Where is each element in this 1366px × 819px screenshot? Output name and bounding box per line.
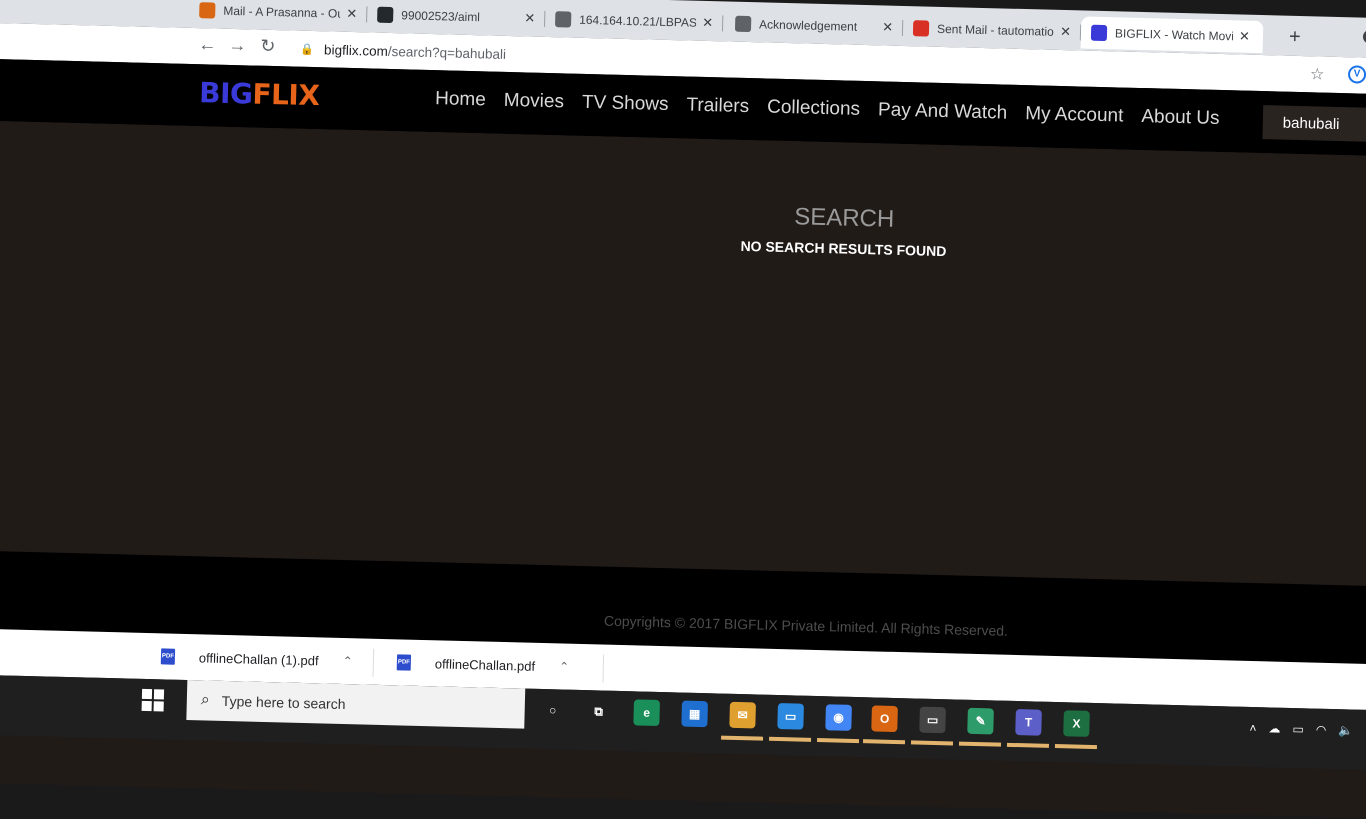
nav-link-collections[interactable]: Collections xyxy=(767,97,860,121)
outlook-icon[interactable]: O xyxy=(871,705,898,733)
back-icon[interactable]: ← xyxy=(198,34,217,55)
gmail-icon xyxy=(912,20,930,37)
battery-icon[interactable]: ▭ xyxy=(1292,722,1304,736)
lock-icon[interactable]: 🔒 xyxy=(300,42,314,55)
system-tray: ˄ ☁ ▭ ◠ 🔈 xyxy=(1249,721,1353,738)
download-item[interactable]: PDF offlineChallan (1).pdf ⌃ xyxy=(160,633,353,684)
file-explorer-icon[interactable]: ▭ xyxy=(777,703,804,730)
browser-tab[interactable]: Mail - A Prasanna - Ou ✕ xyxy=(189,0,368,30)
notepad-icon[interactable]: ✎ xyxy=(967,707,994,735)
close-icon[interactable]: ✕ xyxy=(524,10,535,26)
nav-link-trailers[interactable]: Trailers xyxy=(686,95,749,119)
close-icon[interactable]: ✕ xyxy=(702,15,713,31)
outlook-icon xyxy=(199,2,216,19)
github-icon xyxy=(377,6,394,24)
browser-tab[interactable]: 164.164.10.21/LBPASP ✕ xyxy=(545,3,724,39)
browser-tab[interactable]: Acknowledgement ✕ xyxy=(725,7,904,43)
close-icon[interactable]: ✕ xyxy=(1060,24,1071,40)
tab-title: 99002523/aiml xyxy=(401,8,481,25)
close-icon[interactable]: ✕ xyxy=(882,19,893,35)
extension-icon[interactable]: V xyxy=(1347,65,1366,84)
chevron-up-icon[interactable]: ˄ xyxy=(1249,721,1256,735)
task-view-icon[interactable]: ⧉ xyxy=(585,698,613,725)
tab-title: Sent Mail - tautomatio xyxy=(936,21,1054,39)
nav-link-pay-and-watch[interactable]: Pay And Watch xyxy=(878,99,1008,124)
windows-start-icon[interactable] xyxy=(141,688,165,712)
search-results-area: SEARCH NO SEARCH RESULTS FOUND xyxy=(0,120,1366,587)
pdf-icon: PDF xyxy=(160,648,176,665)
bigflix-logo[interactable]: BIGFLIX xyxy=(199,76,320,112)
url-path: /search?q=bahubali xyxy=(387,43,507,62)
reload-icon[interactable]: ↻ xyxy=(260,36,276,57)
new-tab-button[interactable]: + xyxy=(1289,26,1301,49)
search-icon: ⌕ xyxy=(200,691,211,709)
taskbar-search-placeholder: Type here to search xyxy=(221,692,346,713)
bigflix-favicon xyxy=(1090,24,1108,42)
edge-icon[interactable]: e xyxy=(633,699,661,727)
chrome-icon[interactable]: ◉ xyxy=(825,704,852,731)
tab-title: 164.164.10.21/LBPASP xyxy=(579,12,697,30)
page-title: SEARCH xyxy=(793,203,895,233)
onedrive-icon[interactable]: ☁ xyxy=(1268,721,1280,735)
cortana-icon[interactable]: ○ xyxy=(539,696,567,724)
browser-tab[interactable]: Sent Mail - tautomatio ✕ xyxy=(903,12,1082,48)
close-icon[interactable]: ✕ xyxy=(346,6,357,22)
store-icon[interactable]: ▦ xyxy=(681,700,708,728)
nav-link-my-account[interactable]: My Account xyxy=(1025,103,1124,127)
download-filename: offlineChallan (1).pdf xyxy=(198,649,319,668)
teams-icon[interactable]: T xyxy=(1015,709,1042,736)
pdf-icon: PDF xyxy=(396,654,412,671)
nav-link-tv-shows[interactable]: TV Shows xyxy=(582,92,669,116)
volume-icon[interactable]: 🔈 xyxy=(1338,723,1353,737)
main-nav: Home Movies TV Shows Trailers Collections Pay… xyxy=(435,88,1238,130)
nav-link-movies[interactable]: Movies xyxy=(504,90,565,114)
tab-title: BIGFLIX - Watch Movie xyxy=(1114,26,1234,44)
tab-title: Acknowledgement xyxy=(758,17,858,34)
chevron-up-icon[interactable]: ⌃ xyxy=(342,654,352,668)
screen: Mail - A Prasanna - Ou ✕ 99002523/aiml ✕ 164… xyxy=(0,0,1366,819)
nav-link-home[interactable]: Home xyxy=(435,88,486,111)
copyright-text: Copyrights © 2017 BIGFLIX Private Limite… xyxy=(603,612,1009,639)
wifi-icon[interactable]: ◠ xyxy=(1316,723,1327,737)
url-host: bigflix.com xyxy=(323,41,389,59)
nav-link-about-us[interactable]: About Us xyxy=(1141,106,1220,130)
download-filename: offlineChallan.pdf xyxy=(434,655,536,674)
logo-flix: FLIX xyxy=(252,77,320,113)
logo-big: BIG xyxy=(198,76,253,111)
globe-icon xyxy=(734,15,752,33)
close-icon[interactable]: ✕ xyxy=(1239,28,1250,44)
excel-icon[interactable]: X xyxy=(1063,710,1090,737)
taskbar-search-box[interactable]: ⌕ Type here to search xyxy=(186,680,526,729)
mail-icon[interactable]: ✉ xyxy=(729,701,756,729)
tab-title: Mail - A Prasanna - Ou xyxy=(223,3,341,21)
browser-tab[interactable]: 99002523/aiml ✕ xyxy=(367,0,546,35)
forward-icon[interactable]: → xyxy=(228,35,247,56)
browser-tab[interactable]: BIGFLIX - Watch Movie ✕ xyxy=(1080,16,1264,54)
terminal-icon[interactable]: ▭ xyxy=(919,706,946,734)
site-search-input[interactable] xyxy=(1262,105,1366,143)
no-results-message: NO SEARCH RESULTS FOUND xyxy=(740,237,947,260)
download-item[interactable]: PDF offlineChallan.pdf ⌃ xyxy=(396,639,569,689)
chevron-up-icon[interactable]: ⌃ xyxy=(559,659,569,673)
globe-icon xyxy=(554,11,572,28)
bookmark-star-icon[interactable]: ☆ xyxy=(1310,64,1325,84)
